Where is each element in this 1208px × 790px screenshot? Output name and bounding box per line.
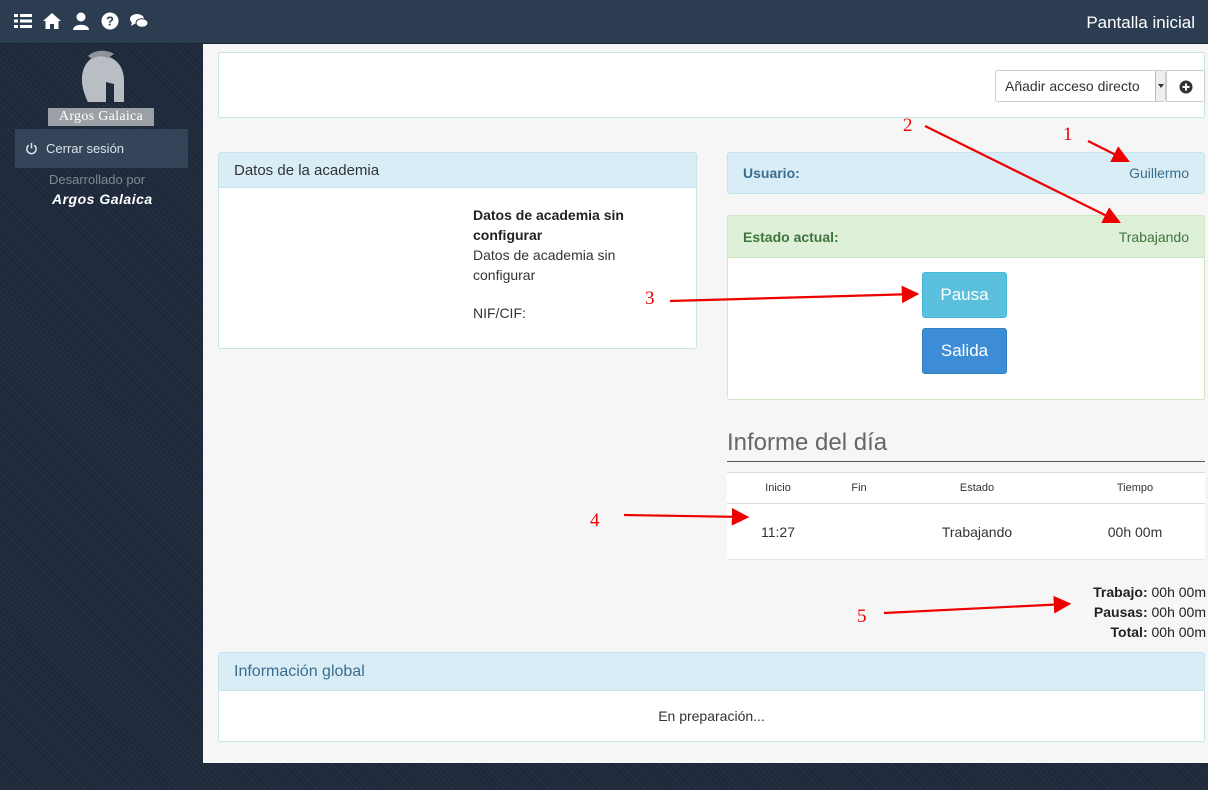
user-panel-header: Usuario: Guillermo <box>728 153 1204 193</box>
top-navbar: ? Pantalla inicial <box>0 0 1208 44</box>
global-info-body: En preparación... <box>658 708 765 724</box>
plus-circle-icon <box>1179 80 1193 94</box>
page-title: Pantalla inicial <box>1086 13 1195 32</box>
annotation-number-1: 1 <box>1063 124 1073 145</box>
logout-label: Cerrar sesión <box>46 141 125 156</box>
academy-nif: NIF/CIF: <box>473 305 526 321</box>
totals-total-label: Total: <box>1110 624 1148 640</box>
logo-text: Argos Galaica <box>48 108 154 126</box>
table-row: 11:27 Trabajando 00h 00m <box>727 504 1205 560</box>
user-icon[interactable] <box>72 12 90 30</box>
totals-pausas: Pausas: 00h 00m <box>1093 602 1206 622</box>
svg-text:?: ? <box>106 14 114 29</box>
totals-trabajo-label: Trabajo: <box>1093 584 1148 600</box>
shortcut-select-value: Añadir acceso directo <box>1005 78 1140 94</box>
navbar-icons: ? <box>14 12 149 30</box>
pause-button[interactable]: Pausa <box>922 272 1007 318</box>
spartan-helmet-icon <box>81 50 124 102</box>
status-label: Estado actual: <box>743 228 839 245</box>
table-header-row: Inicio Fin Estado Tiempo <box>727 472 1205 504</box>
status-value: Trabajando <box>1118 228 1189 245</box>
annotation-number-2: 2 <box>903 115 913 136</box>
chevron-down-icon <box>1155 71 1165 101</box>
list-icon[interactable] <box>14 12 32 30</box>
global-info-header: Información global <box>219 653 1204 691</box>
totals-pausas-label: Pausas: <box>1093 604 1148 620</box>
annotation-number-5: 5 <box>857 606 867 627</box>
logo: Argos Galaica <box>48 50 154 126</box>
column-header-inicio: Inicio <box>765 482 791 494</box>
report-table: Inicio Fin Estado Tiempo 11:27 Trabajand… <box>727 472 1205 560</box>
column-header-estado: Estado <box>959 482 995 494</box>
help-icon[interactable]: ? <box>101 12 119 30</box>
academy-panel: Datos de la academia Datos de academia s… <box>218 152 697 349</box>
global-info-panel: Información global En preparación... <box>218 652 1205 742</box>
totals-trabajo: Trabajo: 00h 00m <box>1093 582 1206 602</box>
academy-name: Datos de academia sin configurar <box>473 207 624 243</box>
exit-button[interactable]: Salida <box>922 328 1007 374</box>
cell-estado: Trabajando <box>941 523 1013 540</box>
totals-trabajo-value: 00h 00m <box>1151 584 1206 600</box>
developed-by-label: Desarrollado por <box>49 172 146 187</box>
annotation-number-4: 4 <box>590 510 600 531</box>
totals-pausas-value: 00h 00m <box>1151 604 1206 620</box>
cell-inicio: 11:27 <box>761 523 795 540</box>
annotation-number-3: 3 <box>645 288 655 309</box>
academy-subtitle: Datos de academia sin configurar <box>473 247 616 283</box>
home-icon[interactable] <box>43 12 61 30</box>
developer-name[interactable]: Argos Galaica <box>52 191 153 207</box>
shortcut-select[interactable]: Añadir acceso directo <box>995 70 1166 102</box>
totals-total: Total: 00h 00m <box>1093 622 1206 642</box>
column-header-tiempo: Tiempo <box>1116 482 1154 494</box>
cell-tiempo: 00h 00m <box>1107 523 1163 540</box>
user-name: Guillermo <box>1129 165 1189 181</box>
user-panel: Usuario: Guillermo <box>727 152 1205 194</box>
status-panel: Estado actual: Trabajando Pausa Salida <box>727 215 1205 400</box>
power-icon <box>26 142 37 155</box>
column-header-fin: Fin <box>851 482 867 494</box>
shortcut-panel: Añadir acceso directo <box>218 52 1205 118</box>
totals-total-value: 00h 00m <box>1151 624 1206 640</box>
chat-icon[interactable] <box>130 12 149 30</box>
sidebar: Argos Galaica Cerrar sesión Desarrollado… <box>0 44 203 790</box>
user-label: Usuario: <box>743 165 800 181</box>
status-panel-header: Estado actual: Trabajando <box>728 216 1204 258</box>
add-shortcut-button[interactable] <box>1166 70 1205 102</box>
report-title: Informe del día <box>727 429 1205 462</box>
logout-button[interactable]: Cerrar sesión <box>15 129 188 168</box>
main-content: Añadir acceso directo Datos de la academ… <box>203 44 1208 763</box>
report-totals: Trabajo: 00h 00m Pausas: 00h 00m Total: … <box>1093 582 1206 642</box>
academy-panel-header: Datos de la academia <box>219 153 696 188</box>
